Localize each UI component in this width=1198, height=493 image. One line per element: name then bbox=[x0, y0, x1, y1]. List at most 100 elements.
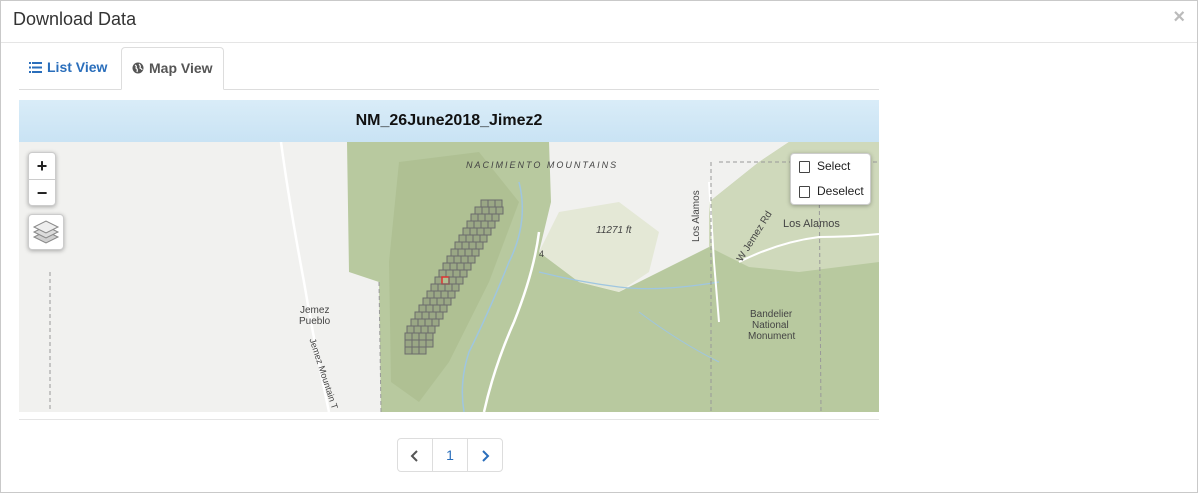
page-number[interactable]: 1 bbox=[432, 439, 467, 471]
flight-tile[interactable] bbox=[447, 290, 456, 299]
flight-tile[interactable] bbox=[435, 311, 444, 320]
flight-tile[interactable] bbox=[436, 297, 445, 306]
flight-tile[interactable] bbox=[468, 241, 477, 250]
chevron-right-icon[interactable] bbox=[467, 439, 502, 471]
deselect-button[interactable]: Deselect bbox=[791, 179, 870, 204]
map-label-route: 4 bbox=[539, 249, 545, 259]
tab-map-view[interactable]: Map View bbox=[121, 47, 224, 90]
flight-tile[interactable] bbox=[458, 234, 467, 243]
flight-tile[interactable] bbox=[469, 227, 478, 236]
flight-tile[interactable] bbox=[487, 220, 496, 229]
flight-tile[interactable] bbox=[484, 213, 493, 222]
flight-tile[interactable] bbox=[422, 297, 431, 306]
flight-tile[interactable] bbox=[451, 283, 460, 292]
flight-tile[interactable] bbox=[450, 248, 459, 257]
flight-tile[interactable] bbox=[411, 339, 420, 348]
flight-tile[interactable] bbox=[418, 339, 427, 348]
flight-tile[interactable] bbox=[413, 325, 422, 334]
flight-tile[interactable] bbox=[444, 283, 453, 292]
flight-tile[interactable] bbox=[404, 332, 413, 341]
flight-tile[interactable] bbox=[467, 255, 476, 264]
flight-tile[interactable] bbox=[445, 269, 454, 278]
flight-tile[interactable] bbox=[410, 318, 419, 327]
flight-tile[interactable] bbox=[471, 248, 480, 257]
flight-tile[interactable] bbox=[421, 311, 430, 320]
flight-tile[interactable] bbox=[465, 234, 474, 243]
zoom-out-button[interactable]: − bbox=[29, 179, 55, 206]
flight-tile[interactable] bbox=[437, 283, 446, 292]
flight-tile[interactable] bbox=[481, 206, 490, 215]
flight-tile[interactable] bbox=[453, 255, 462, 264]
flight-tile[interactable] bbox=[439, 304, 448, 313]
flight-tile[interactable] bbox=[429, 297, 438, 306]
flight-tile[interactable] bbox=[477, 213, 486, 222]
flight-tile[interactable] bbox=[459, 269, 468, 278]
flight-tile[interactable] bbox=[404, 339, 413, 348]
flight-tile[interactable] bbox=[406, 325, 415, 334]
flight-tile[interactable] bbox=[414, 311, 423, 320]
flight-tile[interactable] bbox=[476, 227, 485, 236]
flight-tile[interactable] bbox=[411, 332, 420, 341]
flight-tile[interactable] bbox=[443, 297, 452, 306]
layers-button[interactable] bbox=[28, 214, 64, 250]
chevron-left-icon[interactable] bbox=[398, 439, 432, 471]
flight-tile[interactable] bbox=[495, 206, 504, 215]
flight-tile[interactable] bbox=[487, 199, 496, 208]
flight-tile[interactable] bbox=[473, 220, 482, 229]
flight-tile[interactable] bbox=[440, 290, 449, 299]
flight-tile[interactable] bbox=[460, 255, 469, 264]
flight-tile[interactable] bbox=[427, 325, 436, 334]
flight-tile[interactable] bbox=[457, 248, 466, 257]
map-canvas[interactable]: NACIMIENTO MOUNTAINS 11271 ft Los Alamos… bbox=[19, 142, 879, 412]
select-button[interactable]: Select bbox=[791, 154, 870, 179]
flight-tile[interactable] bbox=[461, 241, 470, 250]
footer-divider bbox=[19, 419, 879, 420]
flight-tile[interactable] bbox=[472, 234, 481, 243]
tab-list-view-label: List View bbox=[47, 59, 108, 75]
zoom-in-button[interactable]: + bbox=[29, 153, 55, 179]
flight-tile[interactable] bbox=[456, 262, 465, 271]
flight-tile[interactable] bbox=[442, 262, 451, 271]
flight-tile[interactable] bbox=[424, 318, 433, 327]
flight-tile[interactable] bbox=[463, 262, 472, 271]
flight-tile[interactable] bbox=[474, 206, 483, 215]
flight-tile[interactable] bbox=[470, 213, 479, 222]
flight-tile[interactable] bbox=[491, 213, 500, 222]
flight-tile[interactable] bbox=[432, 304, 441, 313]
close-icon[interactable]: × bbox=[1173, 7, 1185, 27]
flight-tile[interactable] bbox=[466, 220, 475, 229]
flight-tile[interactable] bbox=[494, 199, 503, 208]
flight-tile[interactable] bbox=[455, 276, 464, 285]
flight-tile[interactable] bbox=[425, 332, 434, 341]
flight-tile[interactable] bbox=[430, 283, 439, 292]
flight-tile[interactable] bbox=[425, 304, 434, 313]
flight-tile[interactable] bbox=[418, 346, 427, 355]
flight-tile[interactable] bbox=[464, 248, 473, 257]
flight-tile[interactable] bbox=[434, 276, 443, 285]
flight-tile[interactable] bbox=[418, 304, 427, 313]
flight-tile[interactable] bbox=[420, 325, 429, 334]
flight-tile[interactable] bbox=[431, 318, 440, 327]
flight-tile[interactable] bbox=[426, 290, 435, 299]
flight-tile[interactable] bbox=[452, 269, 461, 278]
flight-tile[interactable] bbox=[404, 346, 413, 355]
flight-tile[interactable] bbox=[446, 255, 455, 264]
flight-tile[interactable] bbox=[411, 346, 420, 355]
flight-tile[interactable] bbox=[480, 199, 489, 208]
flight-tile[interactable] bbox=[483, 227, 492, 236]
flight-tile[interactable] bbox=[479, 234, 488, 243]
flight-tile[interactable] bbox=[449, 262, 458, 271]
flight-tile[interactable] bbox=[428, 311, 437, 320]
flight-tile[interactable] bbox=[480, 220, 489, 229]
flight-tile[interactable] bbox=[418, 332, 427, 341]
flight-tile[interactable] bbox=[417, 318, 426, 327]
flight-tile[interactable] bbox=[475, 241, 484, 250]
flight-tile[interactable] bbox=[448, 276, 457, 285]
tab-list-view[interactable]: List View bbox=[19, 47, 117, 88]
flight-tile[interactable] bbox=[433, 290, 442, 299]
flight-tile[interactable] bbox=[438, 269, 447, 278]
flight-tile[interactable] bbox=[454, 241, 463, 250]
flight-tile[interactable] bbox=[425, 339, 434, 348]
flight-tile[interactable] bbox=[462, 227, 471, 236]
flight-tile[interactable] bbox=[488, 206, 497, 215]
